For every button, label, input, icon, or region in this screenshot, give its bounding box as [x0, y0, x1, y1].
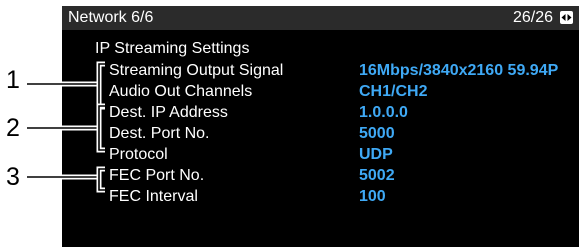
callout-number-2: 2 [6, 114, 20, 142]
camera-menu-screen: Network 6/6 26/26 IP Streaming Settings … [62, 6, 579, 247]
setting-row-audio-out-channels[interactable]: Audio Out Channels CH1/CH2 [62, 81, 579, 102]
setting-label: Audio Out Channels [109, 83, 253, 100]
setting-value: 100 [359, 188, 386, 205]
manual-figure: Network 6/6 26/26 IP Streaming Settings … [0, 0, 581, 247]
setting-label: FEC Port No. [109, 167, 205, 184]
setting-value: CH1/CH2 [359, 83, 428, 100]
setting-row-dest-port-no[interactable]: Dest. Port No. 5000 [62, 123, 579, 144]
setting-row-fec-interval[interactable]: FEC Interval 100 [62, 186, 579, 207]
callout-number-3: 3 [6, 163, 20, 191]
setting-label: FEC Interval [109, 188, 198, 205]
setting-label: Streaming Output Signal [109, 62, 284, 79]
setting-label: Protocol [109, 146, 168, 163]
left-right-scroll-icon[interactable] [560, 11, 573, 24]
setting-row-dest-ip-address[interactable]: Dest. IP Address 1.0.0.0 [62, 102, 579, 123]
callout-number-1: 1 [6, 66, 20, 94]
setting-value: 5002 [359, 167, 395, 184]
setting-label: Dest. IP Address [109, 104, 228, 121]
setting-row-fec-port-no[interactable]: FEC Port No. 5002 [62, 165, 579, 186]
setting-value: 5000 [359, 125, 395, 142]
setting-value: 16Mbps/3840x2160 59.94P [359, 62, 559, 79]
page-indicator: 26/26 [512, 9, 553, 26]
setting-row-protocol[interactable]: Protocol UDP [62, 144, 579, 165]
menu-title: Network 6/6 [68, 9, 154, 26]
setting-row-streaming-output-signal[interactable]: Streaming Output Signal 16Mbps/3840x2160… [62, 60, 579, 81]
setting-value: UDP [359, 146, 393, 163]
menu-header: Network 6/6 26/26 [62, 6, 579, 30]
setting-label: Dest. Port No. [109, 125, 210, 142]
setting-value: 1.0.0.0 [359, 104, 408, 121]
section-title: IP Streaming Settings [95, 40, 250, 57]
